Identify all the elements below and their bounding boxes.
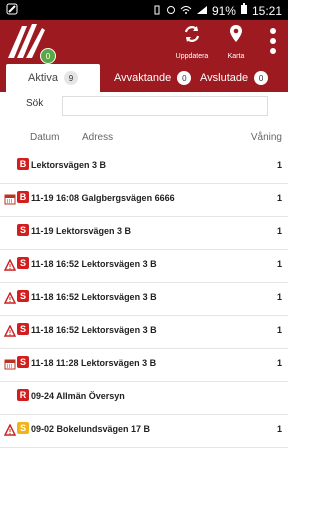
case-type-badge: B <box>17 158 29 170</box>
tab-avslutade[interactable]: Avslutade 0 <box>200 64 269 92</box>
case-type-badge: B <box>17 191 29 203</box>
column-address[interactable]: Adress <box>82 132 113 143</box>
signal-icon <box>196 4 208 18</box>
list-item[interactable]: R 09-24 Allmän Översyn <box>0 381 288 415</box>
case-floor: 1 <box>276 259 282 269</box>
warning-icon <box>3 291 17 304</box>
case-text: 11-18 16:52 Lektorsvägen 3 B <box>31 325 157 335</box>
tab-label: Avslutade <box>200 72 249 84</box>
notification-count-badge: 0 <box>40 48 56 64</box>
case-floor: 1 <box>276 160 282 170</box>
case-text: 11-18 11:28 Lektorsvägen 3 B <box>31 358 157 368</box>
warning-icon <box>3 423 17 436</box>
update-label: Uppdatera <box>175 53 209 60</box>
list-item[interactable]: S 11-18 16:52 Lektorsvägen 3 B 1 <box>0 249 288 283</box>
case-text: 11-19 16:08 Galgbergsvägen 6666 <box>31 193 175 203</box>
case-type-badge: R <box>17 389 29 401</box>
warning-icon <box>3 258 17 271</box>
case-text: 11-18 16:52 Lektorsvägen 3 B <box>31 259 157 269</box>
column-date[interactable]: Datum <box>30 132 59 143</box>
more-options-icon[interactable] <box>264 24 282 60</box>
warning-icon <box>3 324 17 337</box>
list-item[interactable]: S 11-18 11:28 Lektorsvägen 3 B 1 <box>0 348 288 382</box>
case-text: 09-24 Allmän Översyn <box>31 391 125 401</box>
tab-count: 0 <box>254 71 269 85</box>
wifi-icon <box>180 4 192 18</box>
tab-count: 0 <box>177 71 192 85</box>
case-type-badge: S <box>17 422 29 434</box>
case-floor: 1 <box>276 193 282 203</box>
case-type-badge: S <box>17 224 29 236</box>
update-button[interactable]: Uppdatera <box>172 22 212 62</box>
case-type-badge: S <box>17 290 29 302</box>
list-item[interactable]: S 11-18 16:52 Lektorsvägen 3 B 1 <box>0 315 288 349</box>
case-floor: 1 <box>276 424 282 434</box>
map-label: Karta <box>227 53 245 60</box>
list-header: Datum Adress Våning <box>0 128 288 148</box>
map-button[interactable]: Karta <box>216 22 256 62</box>
search-label: Sök <box>26 98 44 109</box>
map-pin-icon <box>226 25 246 46</box>
case-text: Lektorsvägen 3 B <box>31 160 107 170</box>
tab-aktiva[interactable]: Aktiva 9 <box>6 64 100 92</box>
case-text: 11-18 16:52 Lektorsvägen 3 B <box>31 292 157 302</box>
clock: 15:21 <box>251 3 282 18</box>
case-type-badge: S <box>17 323 29 335</box>
status-bar: 91% 15:21 <box>0 0 288 20</box>
alarm-icon <box>166 4 176 18</box>
case-text: 11-19 Lektorsvägen 3 B <box>31 226 132 236</box>
tab-avvaktande[interactable]: Avvaktande 0 <box>114 64 192 92</box>
battery-level: 91% <box>211 3 236 18</box>
tab-count: 9 <box>63 71 78 85</box>
case-type-badge: S <box>17 356 29 368</box>
calendar-icon <box>4 358 16 370</box>
case-floor: 1 <box>276 226 282 236</box>
tab-label: Avvaktande <box>114 72 172 84</box>
tab-bar: Aktiva 9 Avvaktande 0 Avslutade 0 <box>0 64 288 92</box>
case-floor: 1 <box>276 358 282 368</box>
case-floor: 1 <box>276 325 282 335</box>
case-floor: 1 <box>276 292 282 302</box>
search-row: Sök <box>0 92 288 124</box>
notification-icon <box>6 3 18 18</box>
calendar-icon <box>4 193 16 205</box>
battery-icon <box>240 3 248 18</box>
list-item[interactable]: S 11-19 Lektorsvägen 3 B 1 <box>0 216 288 250</box>
vibrate-icon <box>152 4 162 18</box>
list-item[interactable]: S 09-02 Bokelundsvägen 17 B 1 <box>0 414 288 448</box>
refresh-icon <box>182 26 202 46</box>
search-input[interactable] <box>62 96 268 116</box>
column-floor[interactable]: Våning <box>251 132 282 143</box>
case-text: 09-02 Bokelundsvägen 17 B <box>31 424 151 434</box>
case-type-badge: S <box>17 257 29 269</box>
list-item[interactable]: S 11-18 16:52 Lektorsvägen 3 B 1 <box>0 282 288 316</box>
list-item[interactable]: B Lektorsvägen 3 B 1 <box>0 150 288 184</box>
list-item[interactable]: B 11-19 16:08 Galgbergsvägen 6666 1 <box>0 183 288 217</box>
tab-label: Aktiva <box>28 72 58 84</box>
